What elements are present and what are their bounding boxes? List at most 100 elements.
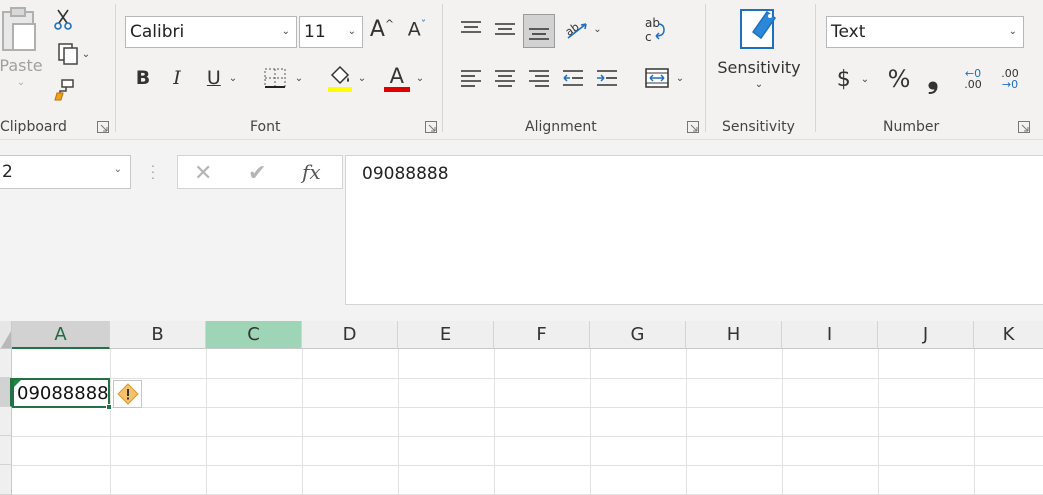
formula-bar-grip[interactable]: · · ·: [148, 158, 158, 184]
svg-text:ab: ab: [645, 16, 660, 30]
column-header-e[interactable]: E: [398, 321, 494, 349]
decrease-decimal-bottom: →0: [1001, 78, 1019, 91]
font-name-combo[interactable]: Calibri ⌄: [125, 16, 297, 48]
cut-button[interactable]: [50, 6, 76, 32]
bold-button[interactable]: B: [131, 64, 155, 92]
row-header-2[interactable]: [0, 378, 12, 407]
underline-button[interactable]: U ⌄: [198, 64, 246, 92]
decrease-indent-button[interactable]: [558, 64, 588, 92]
align-bottom-icon: [529, 28, 549, 40]
format-painter-button[interactable]: [50, 76, 78, 104]
column-header-d[interactable]: D: [302, 321, 398, 349]
column-header-h[interactable]: H: [686, 321, 782, 349]
enter-icon[interactable]: ✔: [248, 160, 266, 186]
align-center-button[interactable]: [490, 64, 520, 92]
formula-buttons: ✕ ✔ fx: [177, 155, 343, 189]
gridline: [12, 436, 1043, 437]
gridline: [398, 349, 399, 495]
column-header-k[interactable]: K: [974, 321, 1043, 349]
alignment-group-label: Alignment: [525, 119, 597, 135]
row-header-3[interactable]: [0, 407, 12, 436]
orientation-button[interactable]: ab ⌄: [560, 14, 606, 44]
chevron-down-icon: ⌄: [16, 77, 26, 88]
underline-label: U: [206, 67, 221, 89]
group-separator: [705, 4, 706, 132]
select-all-corner[interactable]: [0, 321, 12, 349]
gridline: [590, 349, 591, 495]
row-header-5[interactable]: [0, 465, 12, 495]
column-header-i[interactable]: I: [782, 321, 878, 349]
row-header-4[interactable]: [0, 436, 12, 465]
font-color-button[interactable]: A ⌄: [380, 62, 428, 94]
gridline: [686, 349, 687, 495]
sensitivity-button[interactable]: Sensitivity ⌄: [712, 2, 806, 102]
paste-button[interactable]: Paste ⌄: [0, 4, 43, 104]
accounting-format-button[interactable]: $ ⌄: [830, 64, 876, 94]
decrease-font-size-button[interactable]: Aˇ: [402, 14, 432, 44]
column-header-j[interactable]: J: [878, 321, 974, 349]
chevron-down-icon: ⌄: [1008, 26, 1017, 37]
increase-font-size-button[interactable]: A^: [367, 14, 397, 44]
merge-center-button[interactable]: ⌄: [638, 62, 690, 94]
decrease-font-icon: Aˇ: [407, 17, 427, 41]
number-format-combo[interactable]: Text ⌄: [826, 16, 1024, 48]
gridline: [110, 349, 111, 495]
cancel-icon[interactable]: ✕: [194, 160, 212, 186]
font-size-value: 11: [304, 22, 326, 42]
column-header-label: K: [1002, 324, 1015, 345]
error-warning-button[interactable]: [113, 380, 142, 408]
align-left-button[interactable]: [456, 64, 486, 92]
fill-color-button[interactable]: ⌄: [322, 62, 370, 94]
gridline: [974, 349, 975, 495]
active-cell-a2[interactable]: 09088888: [12, 378, 112, 410]
copy-button[interactable]: ⌄: [48, 40, 98, 68]
chevron-down-icon: ⌄: [294, 72, 304, 84]
wrap-text-button[interactable]: ab c: [640, 14, 668, 46]
dialog-launcher-icon[interactable]: [1018, 121, 1030, 133]
column-header-c[interactable]: C: [206, 321, 302, 349]
italic-label: I: [173, 67, 181, 89]
increase-decimal-button[interactable]: ←0 .00: [957, 64, 989, 94]
font-size-combo[interactable]: 11 ⌄: [299, 16, 363, 48]
clipboard-group-label: Clipboard: [0, 119, 67, 135]
row-header-1[interactable]: [0, 349, 12, 378]
formula-input[interactable]: 09088888: [345, 155, 1043, 305]
align-top-icon: [461, 21, 481, 33]
align-right-button[interactable]: [524, 64, 554, 92]
ribbon: Paste ⌄ ⌄ Clipboard Calibri ⌄ 11 ⌄ A^ Aˇ…: [0, 0, 1043, 140]
decrease-decimal-button[interactable]: .00 →0: [994, 64, 1026, 94]
column-header-a[interactable]: A: [12, 321, 110, 349]
chevron-down-icon: ⌄: [347, 26, 356, 37]
dialog-launcher-icon[interactable]: [97, 121, 109, 133]
dialog-launcher-icon[interactable]: [425, 121, 437, 133]
increase-font-icon: A^: [369, 16, 395, 42]
column-header-g[interactable]: G: [590, 321, 686, 349]
borders-button[interactable]: ⌄: [258, 64, 308, 92]
column-header-label: B: [151, 324, 164, 345]
column-header-f[interactable]: F: [494, 321, 590, 349]
merge-center-icon: [645, 68, 669, 88]
name-box[interactable]: 2 ⌄: [0, 155, 131, 189]
chevron-down-icon[interactable]: ⌄: [114, 164, 122, 175]
paint-bucket-icon: [327, 65, 352, 92]
top-align-button[interactable]: [456, 14, 486, 44]
align-center-icon: [495, 70, 515, 87]
italic-button[interactable]: I: [165, 64, 189, 92]
middle-align-button[interactable]: [490, 14, 520, 44]
increase-indent-button[interactable]: [592, 64, 622, 92]
comma-style-button[interactable]: ❟: [920, 62, 946, 95]
dialog-launcher-icon[interactable]: [687, 121, 699, 133]
chevron-down-icon: ⌄: [357, 72, 367, 84]
fill-handle[interactable]: [106, 404, 112, 410]
column-header-label: D: [342, 324, 357, 345]
font-color-letter: A: [389, 63, 404, 88]
gridline: [878, 349, 879, 495]
chevron-down-icon: ⌄: [415, 72, 425, 84]
column-header-b[interactable]: B: [110, 321, 206, 349]
worksheet-grid[interactable]: A B C D E F G H I J K 09088888: [0, 321, 1043, 495]
bottom-align-button[interactable]: [523, 14, 555, 48]
percent-style-button[interactable]: %: [884, 64, 914, 94]
insert-function-icon[interactable]: fx: [302, 160, 321, 184]
chevron-down-icon: ⌄: [593, 23, 602, 35]
decrease-indent-icon: [563, 70, 583, 86]
